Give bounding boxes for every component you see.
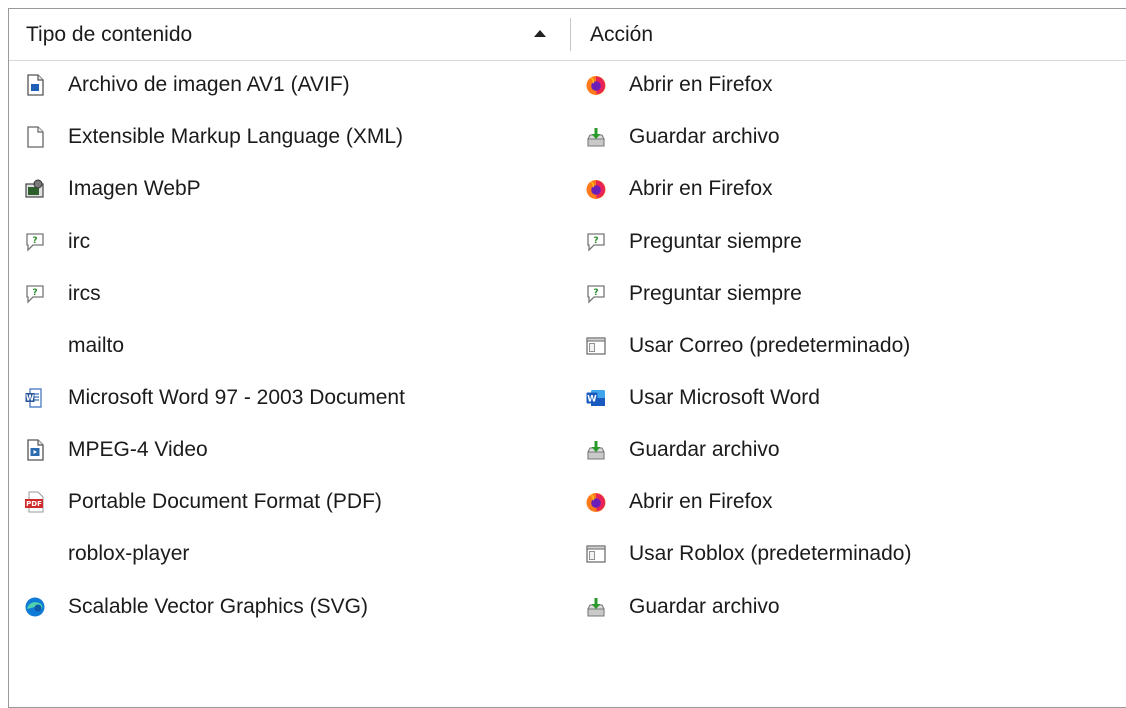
svg-text:?: ? <box>32 288 37 298</box>
action-select[interactable]: Abrir en Firefox <box>585 59 773 111</box>
action-label: Abrir en Firefox <box>629 177 773 200</box>
action-select[interactable]: ? Preguntar siempre <box>585 216 802 268</box>
chat-bubble-icon: ? <box>24 283 46 305</box>
action-select[interactable]: Guardar archivo <box>585 581 780 633</box>
list-item[interactable]: Extensible Markup Language (XML) Guardar … <box>9 111 1126 163</box>
content-type-label: MPEG-4 Video <box>68 438 208 461</box>
content-type-cell: roblox-player <box>24 528 189 580</box>
content-type-label: Portable Document Format (PDF) <box>68 490 382 513</box>
list-item[interactable]: MPEG-4 Video Guardar archivo <box>9 424 1126 476</box>
action-select[interactable]: Guardar archivo <box>585 424 780 476</box>
content-type-cell: mailto <box>24 320 124 372</box>
edge-icon <box>24 596 46 618</box>
list-item[interactable]: Archivo de imagen AV1 (AVIF) Abrir en Fir… <box>9 59 1126 111</box>
action-label: Abrir en Firefox <box>629 490 773 513</box>
list-item[interactable]: ? irc? Preguntar siempre <box>9 216 1126 268</box>
sort-ascending-icon[interactable] <box>534 30 546 37</box>
image-file-icon <box>24 74 46 96</box>
svg-text:?: ? <box>593 236 598 246</box>
action-label: Usar Roblox (predeterminado) <box>629 542 912 565</box>
content-type-label: roblox-player <box>68 542 190 565</box>
action-select[interactable]: ? Preguntar siempre <box>585 268 802 320</box>
svg-text:PDF: PDF <box>26 500 42 508</box>
icon-placeholder <box>24 543 46 565</box>
content-type-cell: MPEG-4 Video <box>24 424 208 476</box>
list-item[interactable]: ? ircs? Preguntar siempre <box>9 268 1126 320</box>
save-file-icon <box>585 439 607 461</box>
content-type-label: Archivo de imagen AV1 (AVIF) <box>68 73 350 96</box>
action-select[interactable]: Guardar archivo <box>585 111 780 163</box>
action-select[interactable]: Abrir en Firefox <box>585 163 773 215</box>
list-item[interactable]: roblox-player Usar Roblox (predeterminado… <box>9 528 1126 580</box>
action-select[interactable]: W Usar Microsoft Word <box>585 372 820 424</box>
svg-text:?: ? <box>32 236 37 246</box>
list-item[interactable]: mailto Usar Correo (predeterminado) <box>9 320 1126 372</box>
image-viewer-icon <box>24 178 46 200</box>
column-header-content-type-label: Tipo de contenido <box>26 22 193 46</box>
firefox-icon <box>585 178 607 200</box>
content-type-cell: Archivo de imagen AV1 (AVIF) <box>24 59 350 111</box>
icon-placeholder <box>24 335 46 357</box>
chat-bubble-icon: ? <box>24 231 46 253</box>
content-type-cell: ? irc <box>24 216 90 268</box>
content-type-cell: Extensible Markup Language (XML) <box>24 111 403 163</box>
action-select[interactable]: Usar Correo (predeterminado) <box>585 320 910 372</box>
content-type-label: ircs <box>68 282 101 305</box>
action-label: Guardar archivo <box>629 125 780 148</box>
action-label: Guardar archivo <box>629 595 780 618</box>
blank-document-icon <box>24 126 46 148</box>
svg-text:W: W <box>587 395 597 405</box>
svg-text:W: W <box>26 394 35 403</box>
save-file-icon <box>585 596 607 618</box>
list-item[interactable]: PDF Portable Document Format (PDF) Abrir e… <box>9 476 1126 528</box>
svg-text:?: ? <box>593 288 598 298</box>
action-select[interactable]: Abrir en Firefox <box>585 476 773 528</box>
video-file-icon <box>24 439 46 461</box>
content-type-label: Scalable Vector Graphics (SVG) <box>68 595 368 618</box>
content-type-list[interactable]: Tipo de contenido Acción Archivo de imag… <box>8 8 1126 708</box>
app-window-icon <box>585 543 607 565</box>
action-label: Preguntar siempre <box>629 282 802 305</box>
content-type-cell: ? ircs <box>24 268 101 320</box>
list-item[interactable]: W Microsoft Word 97 - 2003 Document W Usar … <box>9 372 1126 424</box>
content-type-cell: PDF Portable Document Format (PDF) <box>24 476 382 528</box>
firefox-icon <box>585 491 607 513</box>
column-header-action[interactable]: Acción <box>571 9 1126 60</box>
list-item[interactable]: Scalable Vector Graphics (SVG) Guardar ar… <box>9 581 1126 633</box>
content-type-label: irc <box>68 230 91 253</box>
chat-bubble-icon: ? <box>585 283 607 305</box>
action-label: Abrir en Firefox <box>629 73 773 96</box>
list-header: Tipo de contenido Acción <box>9 9 1126 61</box>
action-label: Usar Correo (predeterminado) <box>629 334 911 357</box>
content-type-label: mailto <box>68 334 125 357</box>
action-label: Guardar archivo <box>629 438 780 461</box>
pdf-icon: PDF <box>24 491 46 513</box>
app-window-icon <box>585 335 607 357</box>
save-file-icon <box>585 126 607 148</box>
firefox-icon <box>585 74 607 96</box>
content-type-label: Imagen WebP <box>68 177 201 200</box>
word-app-icon: W <box>585 387 607 409</box>
column-header-content-type[interactable]: Tipo de contenido <box>9 9 570 60</box>
list-item[interactable]: Imagen WebP Abrir en Firefox <box>9 163 1126 215</box>
action-select[interactable]: Usar Roblox (predeterminado) <box>585 528 911 580</box>
column-header-action-label: Acción <box>590 22 654 46</box>
content-type-cell: Scalable Vector Graphics (SVG) <box>24 581 368 633</box>
action-label: Usar Microsoft Word <box>629 386 820 409</box>
chat-bubble-icon: ? <box>585 231 607 253</box>
word-document-icon: W <box>24 387 46 409</box>
content-type-cell: Imagen WebP <box>24 163 201 215</box>
content-type-label: Microsoft Word 97 - 2003 Document <box>68 386 405 409</box>
content-type-label: Extensible Markup Language (XML) <box>68 125 404 148</box>
content-type-cell: W Microsoft Word 97 - 2003 Document <box>24 372 405 424</box>
action-label: Preguntar siempre <box>629 230 802 253</box>
